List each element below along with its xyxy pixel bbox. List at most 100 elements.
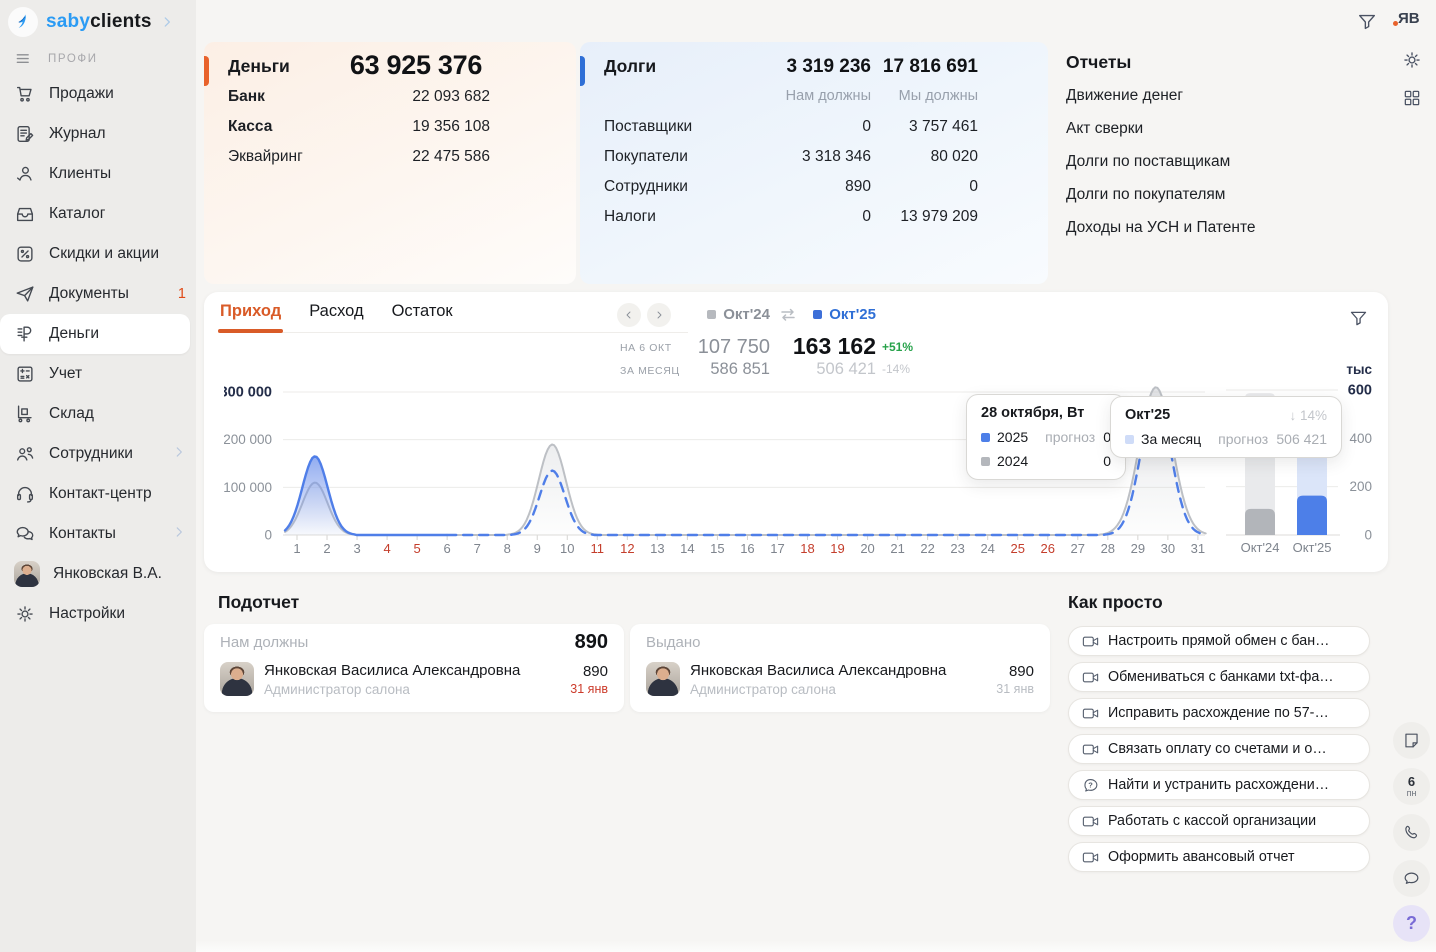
sidebar-item-discounts[interactable]: Скидки и акции — [0, 234, 196, 274]
svg-text:12: 12 — [620, 541, 634, 556]
debts-cell[interactable]: 0 — [751, 118, 871, 136]
debts-cell[interactable]: 3 757 461 — [858, 118, 978, 136]
report-link-supplier-debts[interactable]: Долги по поставщикам — [1066, 153, 1356, 171]
report-link-buyer-debts[interactable]: Долги по покупателям — [1066, 186, 1356, 204]
debts-cell[interactable]: 0 — [858, 178, 978, 196]
gear-icon[interactable] — [1401, 49, 1423, 76]
stat-on-date-delta: +51% — [882, 340, 913, 354]
debts-cell[interactable]: 80 020 — [858, 148, 978, 166]
video-icon — [1081, 632, 1100, 651]
sidebar-item-documents[interactable]: Документы 1 — [0, 274, 196, 314]
debts-cell[interactable]: 13 979 209 — [858, 208, 978, 226]
money-row-acquiring[interactable]: Эквайринг 22 475 586 — [228, 148, 490, 170]
svg-text:11: 11 — [591, 541, 605, 556]
tooltip-day: 28 октября, Вт 2025 прогноз 0 2024 0 — [966, 394, 1126, 480]
month-totals-bar-chart[interactable]: тыс6004002000Окт'24Окт'25 — [1224, 362, 1384, 562]
hamburger-icon[interactable] — [14, 49, 34, 69]
money-card-title[interactable]: Деньги — [228, 56, 290, 77]
tooltip-month-title: Окт'25 — [1125, 407, 1170, 423]
report-link-usn-income[interactable]: Доходы на УСН и Патенте — [1066, 219, 1356, 237]
svg-text:?: ? — [1088, 780, 1093, 789]
tab-expense[interactable]: Расход — [307, 300, 365, 323]
sidebar-item-sales[interactable]: Продажи — [0, 74, 196, 114]
brand-logo[interactable]: sabyclients — [0, 0, 196, 44]
cash-chart-card: Приход Расход Остаток Окт'24 Окт'25 НА 6… — [204, 292, 1388, 572]
how-simple-item-find-discrepancy[interactable]: ? Найти и устранить расхождени… — [1068, 770, 1370, 800]
help-button[interactable]: ? — [1393, 905, 1430, 942]
sidebar-item-contacts[interactable]: Контакты — [0, 514, 196, 554]
catalog-icon — [14, 203, 36, 225]
debts-cell[interactable]: 890 — [751, 178, 871, 196]
sidebar-item-warehouse[interactable]: Склад — [0, 394, 196, 434]
tab-income[interactable]: Приход — [218, 300, 283, 323]
prev-period-button[interactable] — [617, 303, 641, 327]
phone-button[interactable] — [1393, 814, 1430, 851]
profile-label: ПРОФИ — [48, 53, 98, 65]
how-simple-item-org-cash[interactable]: Работать с кассой организации — [1068, 806, 1370, 836]
filter-icon[interactable] — [1356, 11, 1378, 38]
how-simple-item-fix-57[interactable]: Исправить расхождение по 57-… — [1068, 698, 1370, 728]
svg-text:Окт'25: Окт'25 — [1293, 540, 1332, 555]
money-total[interactable]: 63 925 376 — [336, 50, 496, 81]
svg-text:22: 22 — [920, 541, 934, 556]
debts-total-owed-to-us[interactable]: 3 319 236 — [751, 56, 871, 78]
notes-button[interactable] — [1393, 722, 1430, 759]
sidebar-item-label: Контакт-центр — [49, 485, 152, 503]
person-avatar — [646, 662, 680, 696]
profile-switcher[interactable]: ПРОФИ — [0, 44, 196, 74]
sidebar-item-user[interactable]: Янковская В.А. — [0, 554, 196, 594]
how-simple-item-txt-files[interactable]: Обмениваться с банками txt-фа… — [1068, 662, 1370, 692]
swatch-2024 — [981, 457, 990, 466]
row-value: 19 356 108 — [412, 118, 490, 140]
sidebar-item-settings[interactable]: Настройки — [0, 594, 196, 634]
podotchet-card-issued[interactable]: Выдано Янковская Василиса Александровна … — [630, 624, 1050, 712]
how-simple-label: Найти и устранить расхождени… — [1108, 777, 1329, 793]
sidebar-item-catalog[interactable]: Каталог — [0, 194, 196, 234]
report-link-cash-flow[interactable]: Движение денег — [1066, 87, 1356, 105]
sidebar-item-money[interactable]: Деньги — [0, 314, 190, 354]
question-icon: ? — [1081, 776, 1100, 795]
debts-row-label[interactable]: Покупатели — [604, 148, 688, 166]
sidebar-item-contact-center[interactable]: Контакт-центр — [0, 474, 196, 514]
money-row-cash[interactable]: Касса 19 356 108 — [228, 118, 490, 140]
legend-current-period[interactable]: Окт'25 — [756, 305, 876, 323]
debts-row-label[interactable]: Сотрудники — [604, 178, 688, 196]
debts-row-label[interactable]: Поставщики — [604, 118, 692, 136]
money-row-bank[interactable]: Банк 22 093 682 — [228, 88, 490, 110]
how-simple-item-link-payment[interactable]: Связать оплату со счетами и о… — [1068, 734, 1370, 764]
debts-col-we-owe: Мы должны — [858, 88, 978, 104]
debts-total-we-owe[interactable]: 17 816 691 — [858, 56, 978, 78]
money-card: Деньги 63 925 376 Банк 22 093 682 Касса … — [204, 42, 576, 284]
legend-prev-period[interactable]: Окт'24 — [650, 305, 770, 323]
tooltip-day-row-2024: 2024 0 — [981, 453, 1111, 469]
debts-cell[interactable]: 3 318 346 — [751, 148, 871, 166]
debts-cell[interactable]: 0 — [751, 208, 871, 226]
sidebar-item-label: Деньги — [49, 325, 99, 343]
video-icon — [1081, 668, 1100, 687]
tab-balance[interactable]: Остаток — [390, 300, 455, 323]
sidebar-item-clients[interactable]: Клиенты — [0, 154, 196, 194]
sidebar-item-journal[interactable]: Журнал — [0, 114, 196, 154]
person-name[interactable]: Янковская Василиса Александровна — [690, 662, 946, 679]
debts-accent-notch — [580, 56, 585, 86]
documents-badge: 1 — [178, 286, 186, 302]
video-icon — [1081, 812, 1100, 831]
user-monogram[interactable]: ЯВ — [1398, 10, 1420, 27]
how-simple-item-advance-report[interactable]: Оформить авансовый отчет — [1068, 842, 1370, 872]
grid-icon[interactable] — [1402, 88, 1422, 113]
how-simple-item-bank-exchange[interactable]: Настроить прямой обмен с бан… — [1068, 626, 1370, 656]
debts-row-label[interactable]: Налоги — [604, 208, 656, 226]
chat-button[interactable] — [1393, 860, 1430, 897]
sidebar-item-employees[interactable]: Сотрудники — [0, 434, 196, 474]
person-name[interactable]: Янковская Василиса Александровна — [264, 662, 520, 679]
svg-text:9: 9 — [534, 541, 541, 556]
tooltip-month-row: За месяц прогноз 506 421 — [1125, 431, 1327, 447]
calendar-button[interactable]: 6 пн — [1393, 768, 1430, 805]
down-arrow: ↓ — [1289, 408, 1296, 423]
svg-text:5: 5 — [414, 541, 421, 556]
chart-filter-icon[interactable] — [1348, 308, 1369, 334]
report-link-reconciliation[interactable]: Акт сверки — [1066, 120, 1356, 138]
debts-card-title[interactable]: Долги — [604, 56, 656, 77]
podotchet-card-owed[interactable]: Нам должны 890 Янковская Василиса Алекса… — [204, 624, 624, 712]
sidebar-item-accounting[interactable]: Учет — [0, 354, 196, 394]
